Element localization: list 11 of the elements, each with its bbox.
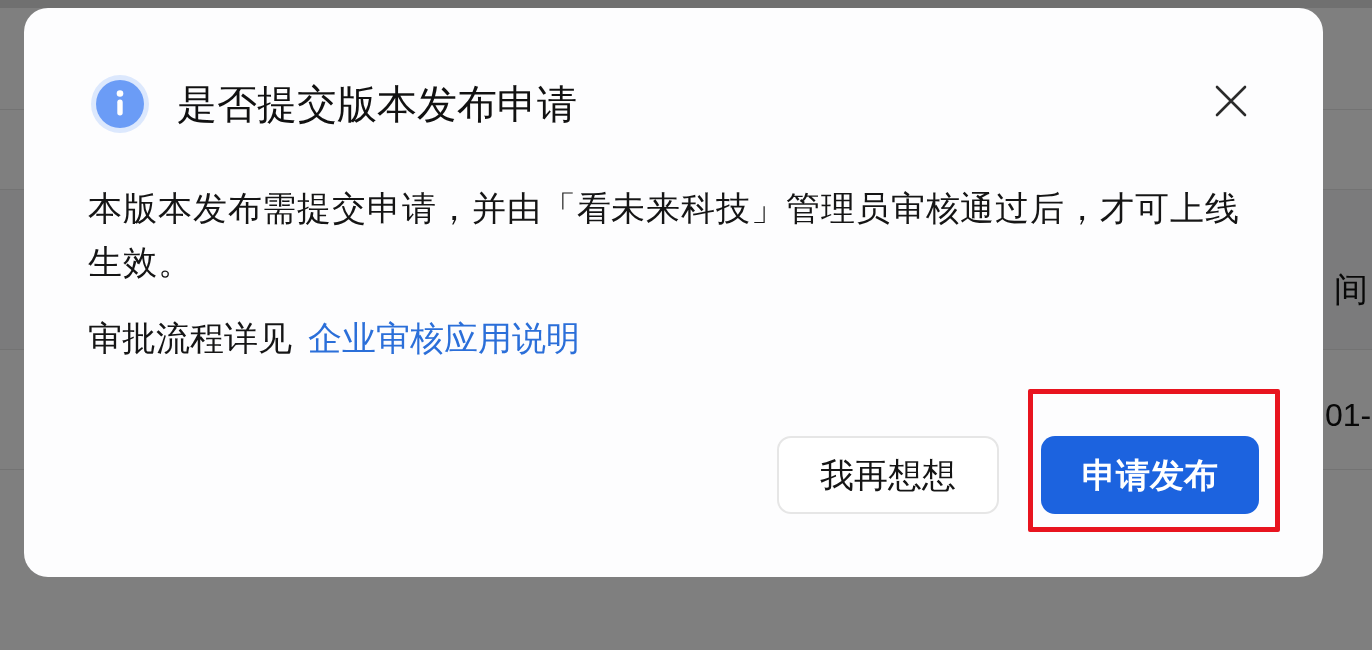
close-button[interactable]: [1215, 85, 1247, 117]
guide-link[interactable]: 企业审核应用说明: [308, 319, 580, 357]
dialog-message: 本版本发布需提交申请，并由「看未来科技」管理员审核通过后，才可上线生效。: [88, 188, 1241, 283]
close-icon: [1215, 85, 1247, 117]
note-text: 审批流程详见: [88, 319, 292, 357]
dialog-title: 是否提交版本发布申请: [177, 81, 577, 128]
submit-button[interactable]: 申请发布: [1041, 436, 1259, 514]
table-cell-text: 01-: [1325, 395, 1372, 435]
info-icon: [91, 75, 149, 133]
cancel-button[interactable]: 我再想想: [777, 436, 999, 514]
column-header: 间: [1334, 269, 1368, 309]
